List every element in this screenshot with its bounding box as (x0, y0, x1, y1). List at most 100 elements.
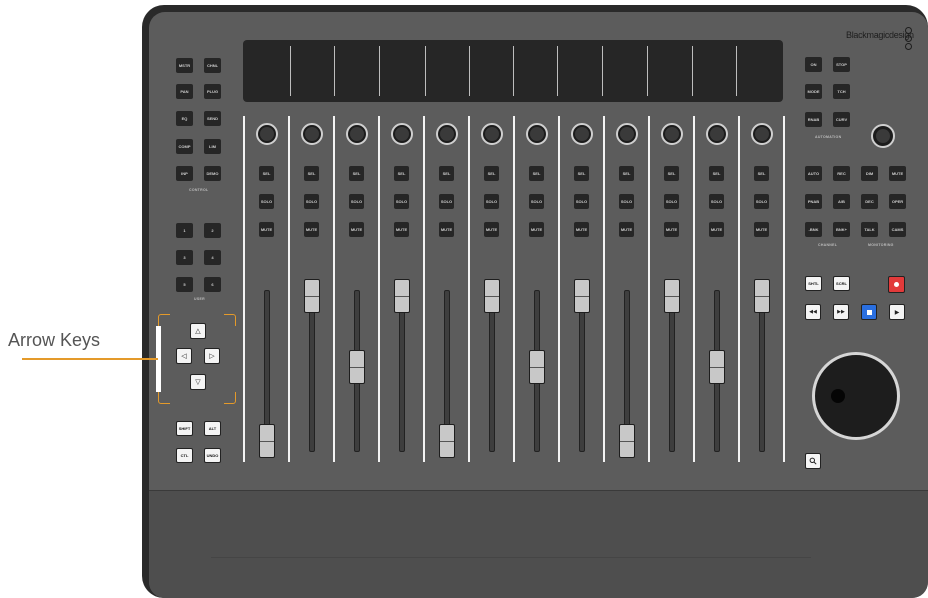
key-user-3[interactable]: 3 (176, 250, 193, 265)
sel-button[interactable]: SEL (754, 166, 769, 181)
sel-button[interactable]: SEL (529, 166, 544, 181)
key-comp[interactable]: COMP (176, 139, 193, 154)
arrow-left-key[interactable]: ◁ (176, 348, 192, 364)
mute-button[interactable]: MUTE (754, 222, 769, 237)
sel-button[interactable]: SEL (709, 166, 724, 181)
key-dim[interactable]: DIM (861, 166, 878, 181)
sel-button[interactable]: SEL (619, 166, 634, 181)
mute-button[interactable]: MUTE (619, 222, 634, 237)
fader-cap[interactable] (709, 350, 725, 384)
key-mute[interactable]: MUTE (889, 166, 906, 181)
solo-button[interactable]: SOLO (664, 194, 679, 209)
fader-cap[interactable] (529, 350, 545, 384)
stop-button[interactable] (861, 304, 877, 320)
solo-button[interactable]: SOLO (709, 194, 724, 209)
jog-wheel[interactable] (812, 352, 900, 440)
key-stop-auto[interactable]: STOP (833, 57, 850, 72)
key-dec[interactable]: DEC (861, 194, 878, 209)
rewind-button[interactable]: ◀◀ (805, 304, 821, 320)
mute-button[interactable]: MUTE (574, 222, 589, 237)
mute-button[interactable]: MUTE (484, 222, 499, 237)
fader-cap[interactable] (394, 279, 410, 313)
fast-forward-button[interactable]: ▶▶ (833, 304, 849, 320)
fader-cap[interactable] (754, 279, 770, 313)
channel-knob[interactable] (751, 123, 773, 145)
solo-button[interactable]: SOLO (754, 194, 769, 209)
mute-button[interactable]: MUTE (259, 222, 274, 237)
mute-button[interactable]: MUTE (709, 222, 724, 237)
key-pnab[interactable]: PNAB (805, 194, 822, 209)
key-user-1[interactable]: 1 (176, 223, 193, 238)
key-send[interactable]: SEND (204, 111, 221, 126)
arrow-right-key[interactable]: ▷ (204, 348, 220, 364)
fader-cap[interactable] (349, 350, 365, 384)
play-button[interactable]: ▶ (889, 304, 905, 320)
mute-button[interactable]: MUTE (349, 222, 364, 237)
fader-cap[interactable] (664, 279, 680, 313)
solo-button[interactable]: SOLO (619, 194, 634, 209)
key-talk[interactable]: TALK (861, 222, 878, 237)
solo-button[interactable]: SOLO (439, 194, 454, 209)
key-user-5[interactable]: 5 (176, 277, 193, 292)
key-rec[interactable]: REC (833, 166, 850, 181)
fader-cap[interactable] (259, 424, 275, 458)
solo-button[interactable]: SOLO (259, 194, 274, 209)
sel-button[interactable]: SEL (349, 166, 364, 181)
channel-knob[interactable] (256, 123, 278, 145)
channel-knob[interactable] (616, 123, 638, 145)
channel-knob[interactable] (346, 123, 368, 145)
key-cams[interactable]: CAMS (889, 222, 906, 237)
key-auto[interactable]: AUTO (805, 166, 822, 181)
channel-knob[interactable] (481, 123, 503, 145)
sel-button[interactable]: SEL (439, 166, 454, 181)
key-user-4[interactable]: 4 (204, 250, 221, 265)
key-pan[interactable]: PAN (176, 84, 193, 99)
arrow-up-key[interactable]: △ (190, 323, 206, 339)
key-scrl[interactable]: SCRL (833, 276, 850, 291)
key-shift[interactable]: SHIFT (176, 421, 193, 436)
mute-button[interactable]: MUTE (664, 222, 679, 237)
search-button[interactable] (805, 453, 821, 469)
record-button[interactable] (888, 276, 905, 293)
channel-knob[interactable] (526, 123, 548, 145)
channel-knob[interactable] (436, 123, 458, 145)
channel-knob[interactable] (571, 123, 593, 145)
sel-button[interactable]: SEL (394, 166, 409, 181)
key-alt[interactable]: ALT (204, 421, 221, 436)
fader-cap[interactable] (484, 279, 500, 313)
solo-button[interactable]: SOLO (574, 194, 589, 209)
channel-knob[interactable] (661, 123, 683, 145)
fader-cap[interactable] (439, 424, 455, 458)
solo-button[interactable]: SOLO (484, 194, 499, 209)
automation-knob[interactable] (871, 124, 895, 148)
mute-button[interactable]: MUTE (304, 222, 319, 237)
solo-button[interactable]: SOLO (349, 194, 364, 209)
fader-cap[interactable] (304, 279, 320, 313)
channel-knob[interactable] (706, 123, 728, 145)
sel-button[interactable]: SEL (484, 166, 499, 181)
key-inp[interactable]: INP (176, 166, 193, 181)
key-lim[interactable]: LIM (204, 139, 221, 154)
key-undo[interactable]: UNDO (204, 448, 221, 463)
mute-button[interactable]: MUTE (529, 222, 544, 237)
mute-button[interactable]: MUTE (394, 222, 409, 237)
key-tch[interactable]: TCH (833, 84, 850, 99)
sel-button[interactable]: SEL (664, 166, 679, 181)
key-ctl[interactable]: CTL (176, 448, 193, 463)
key-user-2[interactable]: 2 (204, 223, 221, 238)
channel-knob[interactable] (391, 123, 413, 145)
key-shtl[interactable]: SHTL (805, 276, 822, 291)
solo-button[interactable]: SOLO (529, 194, 544, 209)
key-eq[interactable]: EQ (176, 111, 193, 126)
key-on[interactable]: ON (805, 57, 822, 72)
arrow-down-key[interactable]: ▽ (190, 374, 206, 390)
key-bnk[interactable]: BNK+ (833, 222, 850, 237)
key-curv[interactable]: CURV (833, 112, 850, 127)
key-oper[interactable]: OPER (889, 194, 906, 209)
key-bnk[interactable]: -BNK (805, 222, 822, 237)
key-plug[interactable]: PLUG (204, 84, 221, 99)
key-mode[interactable]: MODE (805, 84, 822, 99)
solo-button[interactable]: SOLO (304, 194, 319, 209)
key-chnl[interactable]: CHNL (204, 58, 221, 73)
key-rnab[interactable]: RNAB (805, 112, 822, 127)
